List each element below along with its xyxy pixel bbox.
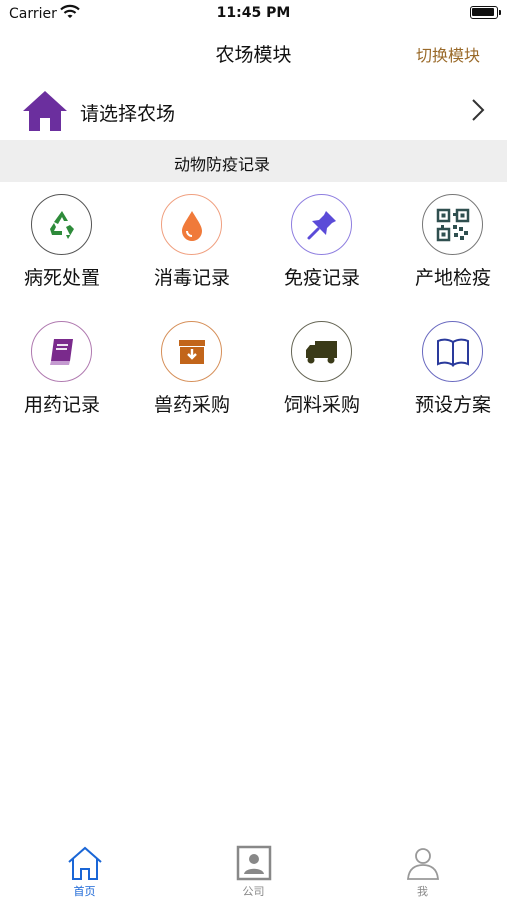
tab-label: 我 [417, 885, 428, 898]
grid-item-immunization[interactable]: 免疫记录 [260, 188, 386, 306]
grid-item-label: 预设方案 [414, 394, 491, 416]
battery-icon [470, 6, 501, 19]
nav-bar: 农场模块 切换模块 [0, 28, 507, 76]
drop-icon [181, 210, 202, 241]
grid-item-label: 兽药采购 [153, 394, 230, 416]
section-title: 动物防疫记录 [174, 155, 271, 174]
qr-code-icon [436, 208, 469, 241]
recycle-icon [49, 210, 74, 239]
house-icon [23, 91, 67, 131]
grid-item-preset-plan[interactable]: 预设方案 [391, 315, 507, 433]
home-tab-icon [68, 846, 102, 880]
book-icon [49, 338, 73, 365]
grid-item-disinfection[interactable]: 消毒记录 [130, 188, 256, 306]
section-header: 动物防疫记录 [0, 140, 507, 182]
icon-circle [291, 321, 352, 382]
grid-item-vet-drug-purchase[interactable]: 兽药采购 [130, 315, 256, 433]
pushpin-icon [307, 210, 336, 239]
status-bar: Carrier 11:45 PM [0, 0, 507, 28]
grid-item-dead-disposal[interactable]: 病死处置 [0, 188, 126, 306]
icon-circle [422, 194, 483, 255]
grid-item-label: 消毒记录 [153, 267, 230, 289]
grid-item-feed-purchase[interactable]: 饲料采购 [260, 315, 386, 433]
grid-item-label: 产地检疫 [414, 267, 491, 289]
icon-circle [31, 194, 92, 255]
tab-home[interactable]: 首页 [0, 836, 169, 900]
grid-item-label: 饲料采购 [283, 394, 360, 416]
switch-module-button[interactable]: 切换模块 [416, 42, 480, 66]
tab-label: 首页 [73, 885, 96, 898]
truck-icon [305, 340, 337, 363]
grid-item-label: 免疫记录 [283, 267, 360, 289]
tab-label: 公司 [242, 885, 265, 898]
open-book-icon [436, 338, 469, 367]
farm-selector-label: 请选择农场 [80, 103, 176, 125]
grid-item-label: 病死处置 [23, 267, 100, 289]
grid-item-medication[interactable]: 用药记录 [0, 315, 126, 433]
farm-selector[interactable]: 请选择农场 [0, 82, 507, 140]
status-time: 11:45 PM [216, 5, 291, 21]
tab-me[interactable]: 我 [338, 836, 507, 900]
icon-circle [161, 321, 222, 382]
chevron-right-icon [472, 99, 485, 121]
person-icon [407, 848, 439, 880]
grid-item-origin-quarantine[interactable]: 产地检疫 [391, 188, 507, 306]
tab-bar: 首页 公司 我 [0, 836, 507, 900]
grid-item-label: 用药记录 [23, 394, 100, 416]
icon-circle [422, 321, 483, 382]
icon-circle [31, 321, 92, 382]
icon-circle [291, 194, 352, 255]
tab-company[interactable]: 公司 [169, 836, 338, 900]
icon-circle [161, 194, 222, 255]
contact-card-icon [236, 845, 272, 881]
archive-box-icon [178, 339, 205, 364]
